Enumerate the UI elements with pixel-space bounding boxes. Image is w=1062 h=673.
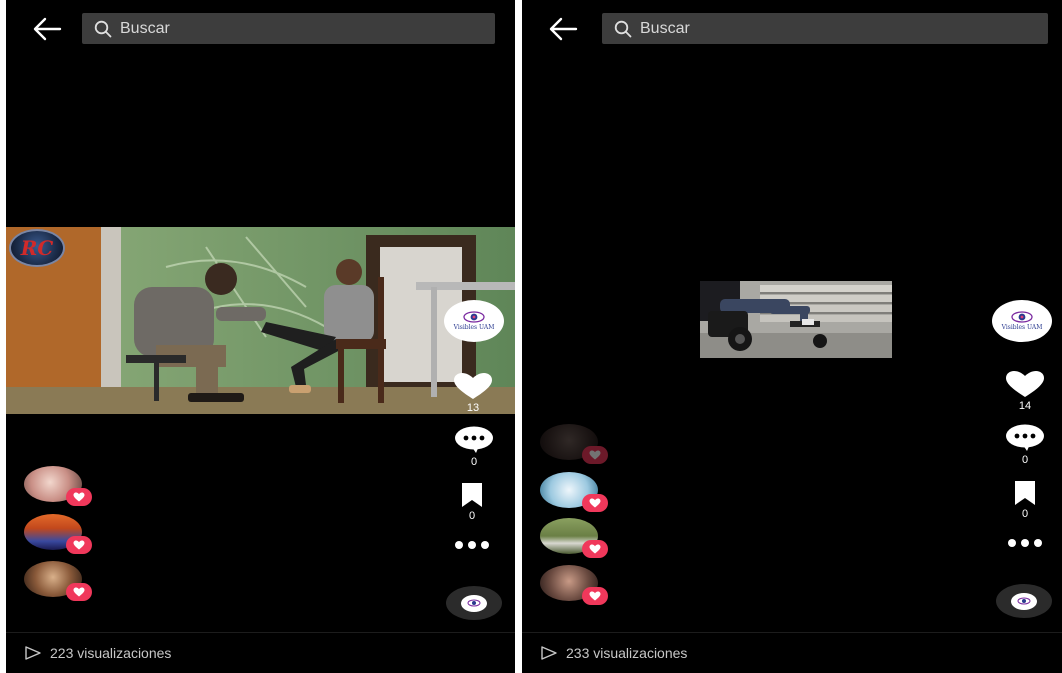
heart-icon	[73, 540, 85, 550]
view-count-bar: 233 visualizaciones	[522, 632, 1062, 673]
channel-logo-badge: RC	[9, 229, 65, 267]
eye-logo-icon	[467, 599, 481, 607]
like-count: 14	[1018, 400, 1032, 412]
heart-icon	[589, 450, 601, 460]
heart-icon	[1006, 371, 1044, 397]
comment-icon	[455, 426, 493, 453]
comment-count: 0	[1021, 454, 1029, 466]
music-disc-icon[interactable]	[446, 586, 502, 620]
friend-avatar[interactable]	[540, 565, 608, 605]
video-player[interactable]	[6, 227, 515, 414]
heart-badge	[66, 536, 92, 554]
play-outline-icon	[25, 646, 41, 660]
search-icon	[614, 20, 632, 37]
account-avatar[interactable]: Visibles UAM	[992, 300, 1052, 342]
view-count: 223 visualizaciones	[50, 645, 172, 661]
heart-icon	[73, 587, 85, 597]
bookmark-icon	[1015, 481, 1035, 505]
heart-icon	[73, 492, 85, 502]
more-button[interactable]	[1003, 538, 1047, 548]
music-disc-icon[interactable]	[996, 584, 1052, 618]
account-name: Visibles UAM	[453, 324, 495, 331]
eye-logo-icon	[1011, 311, 1033, 323]
bookmark-icon	[462, 483, 482, 507]
video-screen-2: Buscar Visibles UAM 14 0 0 233 visualiza…	[522, 0, 1062, 673]
search-bar[interactable]: Buscar	[82, 13, 495, 44]
more-icon	[1008, 539, 1042, 547]
video-player[interactable]	[700, 281, 892, 358]
search-placeholder: Buscar	[120, 19, 170, 37]
view-count-bar: 223 visualizaciones	[6, 632, 515, 673]
save-button[interactable]: 0	[450, 482, 494, 522]
save-button[interactable]: 0	[1003, 480, 1047, 520]
eye-logo-icon	[463, 311, 485, 323]
heart-icon	[589, 544, 601, 554]
heart-badge	[582, 587, 608, 605]
search-bar[interactable]: Buscar	[602, 13, 1048, 44]
friend-avatar[interactable]	[540, 518, 608, 558]
account-name: Visibles UAM	[1001, 324, 1043, 331]
comment-button[interactable]: 0	[1003, 424, 1047, 466]
save-count: 0	[468, 510, 476, 522]
video-thumbnail	[700, 281, 892, 358]
heart-icon	[589, 591, 601, 601]
comment-count: 0	[470, 456, 478, 468]
like-button[interactable]: 14	[1003, 370, 1047, 412]
back-arrow-icon[interactable]	[548, 16, 578, 42]
heart-badge	[582, 446, 608, 464]
like-count: 13	[466, 402, 480, 414]
friend-avatar[interactable]	[24, 466, 92, 506]
account-avatar[interactable]: Visibles UAM	[444, 300, 504, 342]
play-outline-icon	[541, 646, 557, 660]
heart-icon	[454, 373, 492, 399]
comment-button[interactable]: 0	[452, 426, 496, 468]
heart-badge	[582, 494, 608, 512]
video-screen-1: Buscar RC Visibles UAM 13 0 0 223 visual…	[6, 0, 515, 673]
view-count: 233 visualizaciones	[566, 645, 688, 661]
like-button[interactable]: 13	[451, 372, 495, 414]
heart-badge	[66, 583, 92, 601]
comment-icon	[1006, 424, 1044, 451]
friend-avatar[interactable]	[24, 514, 92, 554]
heart-badge	[66, 488, 92, 506]
heart-badge	[582, 540, 608, 558]
heart-icon	[589, 498, 601, 508]
music-disc-label	[461, 594, 487, 612]
friend-avatar[interactable]	[540, 424, 608, 464]
more-button[interactable]	[450, 540, 494, 550]
save-count: 0	[1021, 508, 1029, 520]
eye-logo-icon	[1017, 597, 1031, 605]
friend-avatar[interactable]	[24, 561, 92, 601]
search-placeholder: Buscar	[640, 19, 690, 37]
back-arrow-icon[interactable]	[32, 16, 62, 42]
friend-avatar[interactable]	[540, 472, 608, 512]
search-icon	[94, 20, 112, 37]
video-thumbnail	[6, 227, 515, 414]
more-icon	[455, 541, 489, 549]
music-disc-label	[1011, 592, 1037, 610]
